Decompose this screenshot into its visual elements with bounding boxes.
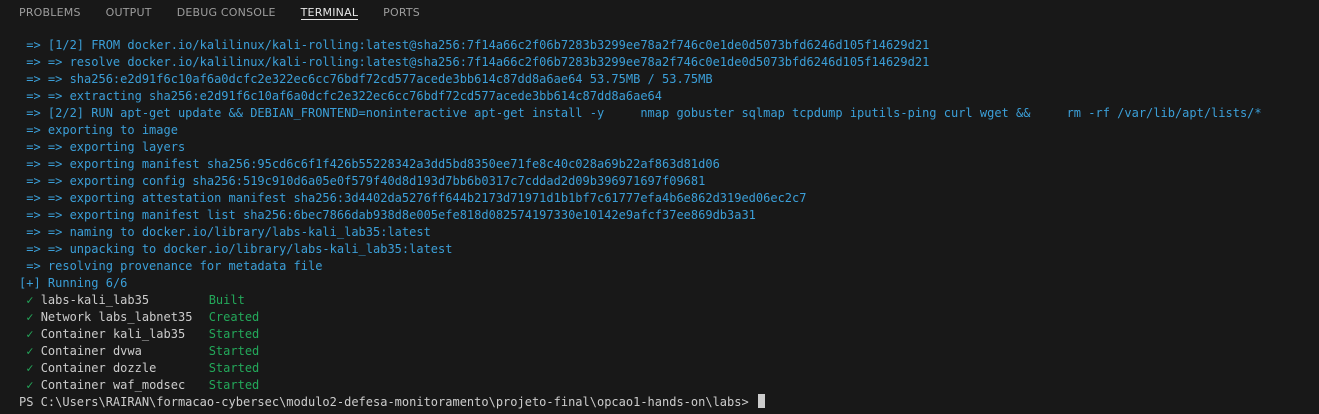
running-status-line: [+] Running 6/6 [19, 276, 128, 290]
service-status-line: ✓ labs-kali_lab35 Built [19, 292, 1319, 309]
service-name: Container dozzle [40, 361, 157, 375]
shell-prompt: PS C:\Users\RAIRAN\formacao-cybersec\mod… [19, 395, 749, 409]
service-name: Network labs_labnet35 [40, 310, 193, 324]
service-status: Started [208, 361, 260, 375]
build-log-line: => => exporting attestation manifest sha… [19, 191, 807, 205]
build-log-line: => exporting to image [19, 123, 178, 137]
service-status-line: ✓ Container kali_lab35 Started [19, 326, 1319, 343]
check-icon: ✓ [26, 327, 34, 341]
check-icon: ✓ [26, 361, 34, 375]
service-status-line: ✓ Container dvwa Started [19, 343, 1319, 360]
service-status: Started [208, 327, 260, 341]
service-status-line: ✓ Container waf_modsec Started [19, 377, 1319, 394]
build-log-line: => => exporting manifest sha256:95cd6c6f… [19, 157, 720, 171]
tab-output[interactable]: OUTPUT [106, 0, 152, 26]
build-log-line: => => unpacking to docker.io/library/lab… [19, 242, 453, 256]
tab-terminal[interactable]: TERMINAL [300, 0, 359, 20]
service-status-line: ✓ Network labs_labnet35 Created [19, 309, 1319, 326]
service-name: Container dvwa [40, 344, 142, 358]
tab-debug-console[interactable]: DEBUG CONSOLE [177, 0, 276, 26]
service-name: Container kali_lab35 [40, 327, 186, 341]
tab-problems[interactable]: PROBLEMS [19, 0, 81, 26]
build-log-line: => [1/2] FROM docker.io/kalilinux/kali-r… [19, 38, 930, 52]
service-name: Container waf_modsec [40, 378, 186, 392]
check-icon: ✓ [26, 344, 34, 358]
build-log-line: => => resolve docker.io/kalilinux/kali-r… [19, 55, 930, 69]
check-icon: ✓ [26, 293, 34, 307]
check-icon: ✓ [26, 310, 34, 324]
panel-tab-bar: PROBLEMS OUTPUT DEBUG CONSOLE TERMINAL P… [0, 0, 1319, 26]
build-log-line: => => exporting config sha256:519c910d6a… [19, 174, 706, 188]
build-log-line: => => extracting sha256:e2d91f6c10af6a0d… [19, 89, 662, 103]
prompt-line[interactable]: PS C:\Users\RAIRAN\formacao-cybersec\mod… [19, 394, 1319, 411]
text-cursor [757, 394, 765, 408]
check-icon: ✓ [26, 378, 34, 392]
service-status: Started [208, 378, 260, 392]
build-log-line: => => exporting manifest list sha256:6be… [19, 208, 756, 222]
build-log-line: => [2/2] RUN apt-get update && DEBIAN_FR… [19, 106, 1262, 120]
build-log-line: => => exporting layers [19, 140, 186, 154]
build-log-line: => => sha256:e2d91f6c10af6a0dcfc2e322ec6… [19, 72, 713, 86]
tab-ports[interactable]: PORTS [383, 0, 420, 26]
service-status-line: ✓ Container dozzle Started [19, 360, 1319, 377]
build-log-line: => => naming to docker.io/library/labs-k… [19, 225, 431, 239]
service-status: Created [208, 310, 260, 324]
service-name: labs-kali_lab35 [40, 293, 150, 307]
terminal-panel: PROBLEMS OUTPUT DEBUG CONSOLE TERMINAL P… [0, 0, 1319, 414]
service-status: Built [208, 293, 245, 307]
terminal-output[interactable]: => [1/2] FROM docker.io/kalilinux/kali-r… [19, 37, 1319, 414]
build-log-line: => resolving provenance for metadata fil… [19, 259, 323, 273]
service-status: Started [208, 344, 260, 358]
